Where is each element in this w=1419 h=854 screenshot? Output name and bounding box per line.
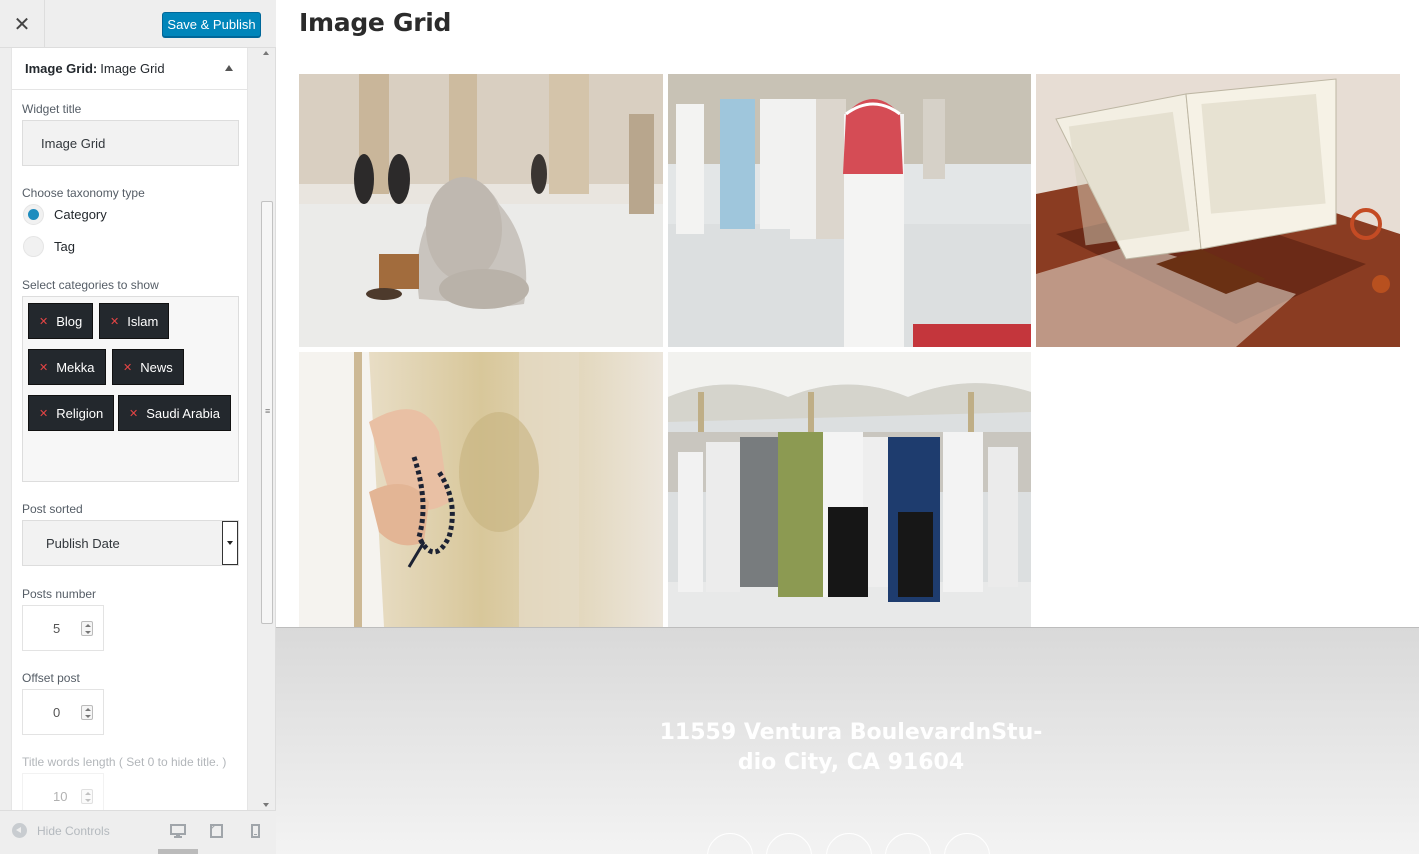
radio-tag-label: Tag bbox=[54, 239, 75, 254]
posts-number-label: Posts number bbox=[22, 587, 97, 601]
grid-image-congregation[interactable] bbox=[668, 352, 1031, 627]
active-device-indicator bbox=[158, 849, 198, 854]
category-chip[interactable]: ✕ News bbox=[112, 349, 184, 385]
chip-label: News bbox=[140, 359, 173, 375]
desktop-icon[interactable] bbox=[170, 824, 186, 842]
categories-select[interactable]: ✕ Blog ✕ Islam ✕ Mekka ✕ News ✕ Religion ✕ Sau… bbox=[22, 296, 239, 482]
remove-icon[interactable]: ✕ bbox=[110, 315, 119, 328]
offset-post-value: 0 bbox=[53, 704, 61, 720]
category-chip[interactable]: ✕ Blog bbox=[28, 303, 94, 339]
stepper-icon[interactable] bbox=[81, 621, 93, 636]
widget-type: Image Grid: bbox=[25, 61, 98, 76]
social-icon[interactable] bbox=[766, 833, 812, 854]
posts-number-value: 5 bbox=[53, 620, 61, 636]
category-chip[interactable]: ✕ Saudi Arabia bbox=[118, 395, 231, 431]
remove-icon[interactable]: ✕ bbox=[129, 407, 138, 420]
chip-label: Islam bbox=[127, 313, 159, 329]
mobile-icon[interactable] bbox=[251, 824, 260, 842]
category-chip[interactable]: ✕ Mekka bbox=[28, 349, 106, 385]
widget-panel: Image Grid: Image Grid Widget title Imag… bbox=[11, 48, 248, 810]
posts-number-input[interactable]: 5 bbox=[22, 605, 104, 651]
grid-image-woman-sitting[interactable] bbox=[299, 74, 663, 347]
close-icon[interactable]: ✕ bbox=[0, 0, 45, 48]
grid-image-quran[interactable] bbox=[1036, 74, 1400, 347]
grip-icon: ≡ bbox=[265, 406, 271, 416]
category-chip[interactable]: ✕ Islam bbox=[99, 303, 170, 339]
post-sorted-label: Post sorted bbox=[22, 502, 83, 516]
address-line-1: 11559 Ventura BoulevardnStu- bbox=[659, 720, 1043, 745]
page-title: Image Grid bbox=[299, 8, 452, 37]
widget-title-label: Widget title bbox=[22, 102, 82, 116]
address-line-2: dio City, CA 91604 bbox=[737, 750, 965, 775]
social-icon[interactable] bbox=[826, 833, 872, 854]
chip-label: Saudi Arabia bbox=[146, 405, 220, 421]
site-footer: 11559 Ventura BoulevardnStu- dio City, C… bbox=[276, 627, 1419, 854]
chip-label: Blog bbox=[56, 313, 83, 329]
scrollbar-thumb[interactable]: ≡ bbox=[261, 201, 273, 624]
chip-label: Mekka bbox=[56, 359, 95, 375]
taxonomy-label: Choose taxonomy type bbox=[22, 186, 145, 200]
chip-label: Religion bbox=[56, 405, 104, 421]
social-icon[interactable] bbox=[885, 833, 931, 854]
post-sorted-value: Publish Date bbox=[46, 535, 120, 551]
category-chip[interactable]: ✕ Religion bbox=[28, 395, 115, 431]
categories-label: Select categories to show bbox=[22, 278, 159, 292]
post-sorted-select[interactable]: Publish Date bbox=[22, 520, 239, 566]
widget-title-input[interactable]: Image Grid bbox=[22, 120, 239, 166]
tablet-icon[interactable] bbox=[210, 824, 223, 842]
footer-address: 11559 Ventura BoulevardnStu- dio City, C… bbox=[656, 718, 1046, 778]
offset-post-label: Offset post bbox=[22, 671, 80, 685]
radio-category-label: Category bbox=[54, 207, 107, 222]
chevron-down-icon[interactable] bbox=[222, 521, 238, 565]
save-publish-button[interactable]: Save & Publish bbox=[162, 12, 261, 37]
offset-post-input[interactable]: 0 bbox=[22, 689, 104, 735]
collapse-arrow-icon[interactable] bbox=[225, 65, 233, 71]
customizer-sidebar: ✕ Save & Publish Image Grid: Image Grid … bbox=[0, 0, 276, 854]
widget-header[interactable]: Image Grid: Image Grid bbox=[12, 48, 247, 90]
remove-icon[interactable]: ✕ bbox=[123, 361, 132, 374]
stepper-icon[interactable] bbox=[81, 789, 93, 804]
hide-controls-label: Hide Controls bbox=[37, 823, 110, 838]
site-preview: Image Grid 11559 Ventura BoulevardnStu- … bbox=[276, 0, 1419, 854]
stepper-icon[interactable] bbox=[81, 705, 93, 720]
grid-image-men-praying[interactable] bbox=[668, 74, 1031, 347]
grid-image-prayer-beads[interactable] bbox=[299, 352, 663, 627]
radio-tag[interactable] bbox=[23, 236, 44, 257]
scroll-down-icon[interactable] bbox=[263, 803, 269, 807]
social-icon[interactable] bbox=[944, 833, 990, 854]
hide-controls-button[interactable]: Hide Controls bbox=[12, 823, 110, 838]
collapse-icon bbox=[12, 823, 27, 838]
customizer-header: ✕ Save & Publish bbox=[0, 0, 276, 48]
scroll-up-icon[interactable] bbox=[263, 51, 269, 55]
radio-category[interactable] bbox=[23, 204, 44, 225]
widget-header-title: Image Grid bbox=[100, 61, 165, 76]
title-words-label: Title words length ( Set 0 to hide title… bbox=[22, 755, 227, 769]
remove-icon[interactable]: ✕ bbox=[39, 407, 48, 420]
title-words-input[interactable]: 10 bbox=[22, 773, 104, 810]
remove-icon[interactable]: ✕ bbox=[39, 361, 48, 374]
panel-scrollbar[interactable]: ≡ bbox=[259, 48, 274, 810]
customizer-footer: Hide Controls bbox=[0, 810, 276, 854]
title-words-value: 10 bbox=[53, 788, 68, 804]
social-icon[interactable] bbox=[707, 833, 753, 854]
remove-icon[interactable]: ✕ bbox=[39, 315, 48, 328]
